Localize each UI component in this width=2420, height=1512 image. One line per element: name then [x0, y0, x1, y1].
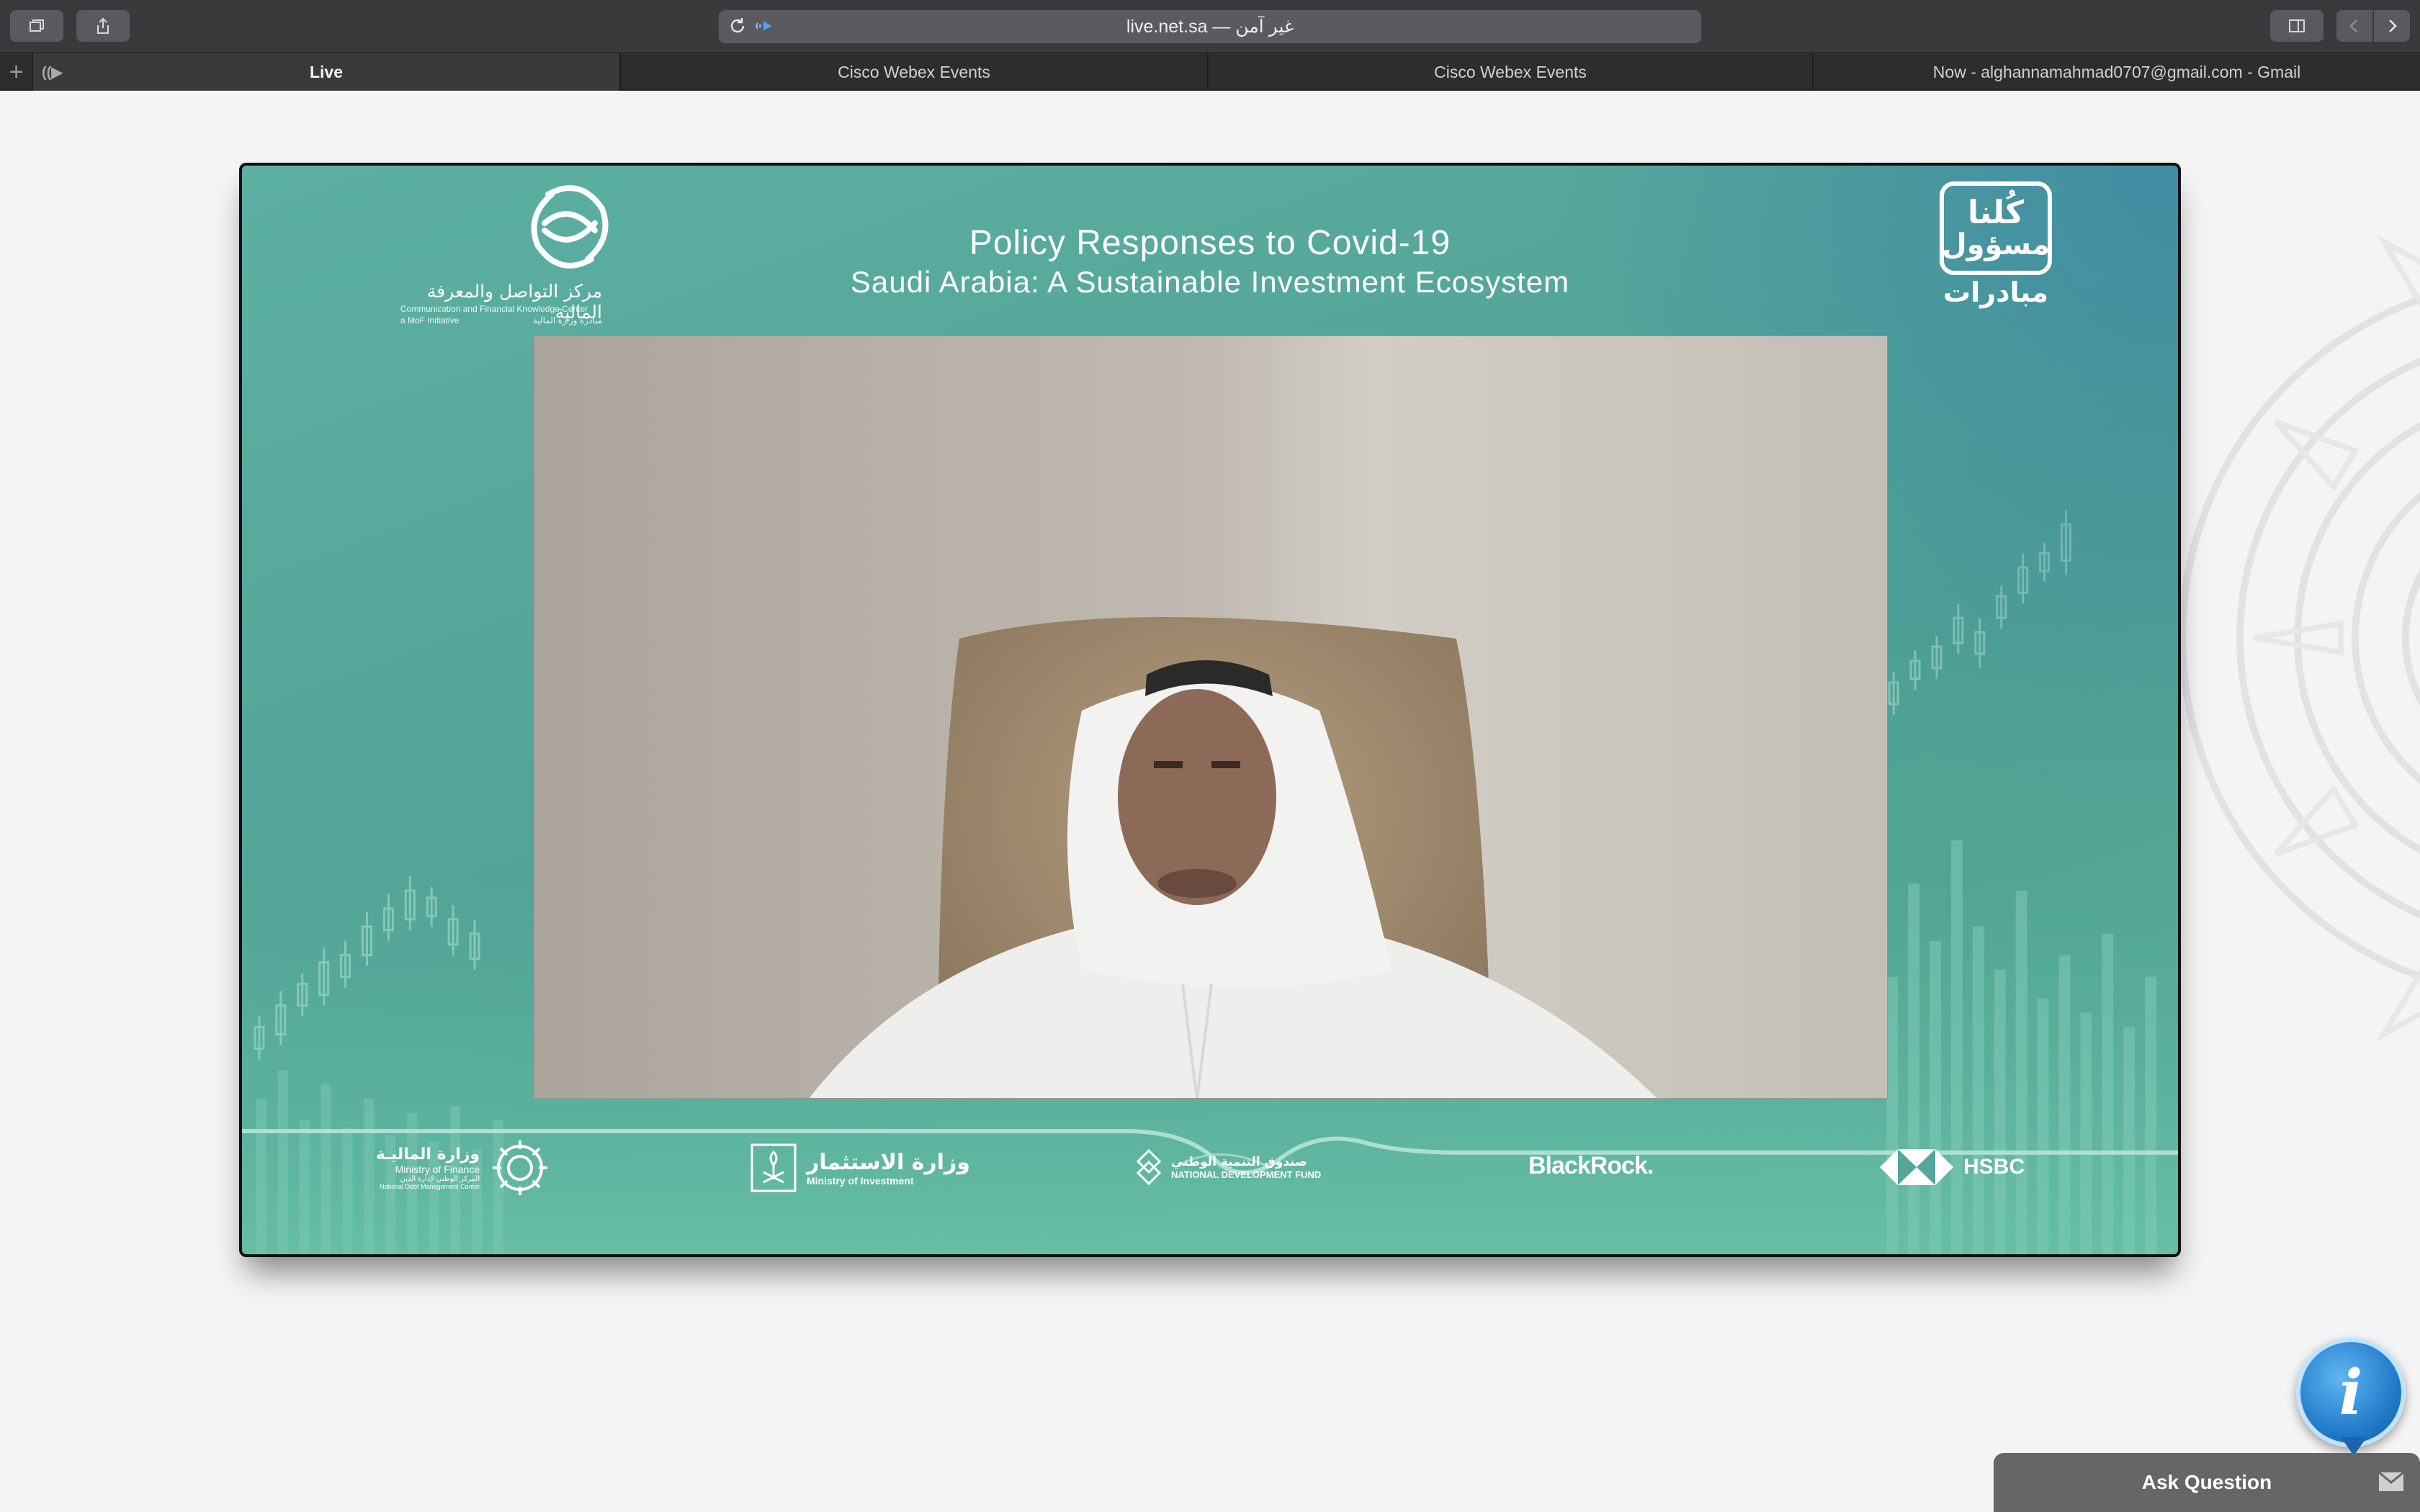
url-text: live.net.sa — غير آمن [1126, 17, 1294, 37]
tab-label: Cisco Webex Events [838, 62, 990, 81]
blackrock-wordmark: BlackRock. [1528, 1152, 1654, 1179]
mubadarat-label: مبادرات [1943, 276, 2048, 308]
tabs-overview-icon [30, 19, 44, 32]
speaker-image [534, 336, 1887, 1098]
hsbc-wordmark: HSBC [1963, 1155, 2025, 1179]
speaker-video [534, 336, 1888, 1099]
sponsor-blackrock: BlackRock. [1528, 1152, 1654, 1180]
sponsor-national-development-fund: صندوق التنمية الوطني NATIONAL DEVELOPMEN… [1137, 1149, 1321, 1185]
browser-toolbar: live.net.sa — غير آمن [0, 0, 2420, 53]
sponsor-strip: وزارة الماليـة Ministry of Finance المرك… [242, 1116, 2178, 1254]
tab-webex-events-2[interactable]: Cisco Webex Events [1209, 53, 1814, 91]
share-button[interactable] [76, 10, 130, 42]
tab-gmail[interactable]: Now - alghannamahmad0707@gmail.com - Gma… [1814, 53, 2420, 91]
sponsor-ministry-of-finance: وزارة الماليـة Ministry of Finance المرك… [376, 1138, 550, 1198]
cfkc-english-name: Communication and Financial Knowledge Ce… [400, 304, 588, 314]
forward-button[interactable] [2374, 10, 2410, 42]
address-bar[interactable]: live.net.sa — غير آمن [719, 10, 1701, 43]
sponsor-ministry-of-investment: وزارة الاستثمار Ministry of Investment [750, 1143, 970, 1192]
kulna-masool-logo: كُلنا مسؤول مبادرات [1938, 181, 2053, 318]
reload-icon[interactable] [727, 16, 748, 36]
tab-label: Now - alghannamahmad0707@gmail.com - Gma… [1932, 62, 2301, 81]
cfkc-initiative: a MoF Initiative مبادرة وزارة المالية [400, 315, 602, 325]
chevron-left-icon [2349, 19, 2357, 32]
ask-question-button[interactable]: Ask Question [1994, 1453, 2420, 1512]
ndf-emblem-icon [1137, 1149, 1161, 1185]
tab-live[interactable]: ((▶ Live [33, 53, 621, 91]
tab-label: Cisco Webex Events [1434, 62, 1587, 81]
hsbc-hexagon-icon [1880, 1149, 1953, 1185]
speaker-icon[interactable]: ((▶ [42, 63, 63, 81]
event-subtitle: Saudi Arabia: A Sustainable Investment E… [850, 265, 1570, 299]
sponsor-hsbc: HSBC [1880, 1148, 2025, 1187]
envelope-icon [2378, 1472, 2404, 1491]
tab-bar: + ((▶ Live Cisco Webex Events Cisco Webe… [0, 53, 2420, 91]
back-button[interactable] [2336, 10, 2372, 42]
sidebar-icon [2289, 19, 2305, 32]
saudi-emblem-icon [750, 1143, 797, 1192]
tab-label: Live [309, 62, 344, 81]
audio-playing-icon[interactable] [755, 16, 775, 36]
share-icon [97, 17, 109, 34]
show-tabs-button[interactable] [10, 10, 63, 42]
mandala-decoration [2179, 234, 2420, 1042]
new-tab-button[interactable]: + [0, 53, 33, 91]
info-button[interactable]: i [2296, 1338, 2406, 1456]
sidebar-button[interactable] [2270, 10, 2323, 42]
kulna-masool-box: كُلنا مسؤول [1940, 181, 2052, 275]
ask-question-label: Ask Question [2141, 1471, 2272, 1493]
tab-webex-events-1[interactable]: Cisco Webex Events [621, 53, 1209, 91]
page-content: مركز التواصل والمعرفة المالية Communicat… [0, 91, 2420, 1512]
info-icon: i [2339, 1356, 2363, 1429]
video-player[interactable]: مركز التواصل والمعرفة المالية Communicat… [239, 163, 2181, 1257]
chevron-right-icon [2389, 19, 2397, 32]
mof-emblem-icon [493, 1140, 548, 1195]
event-title: Policy Responses to Covid-19 [969, 224, 1451, 262]
